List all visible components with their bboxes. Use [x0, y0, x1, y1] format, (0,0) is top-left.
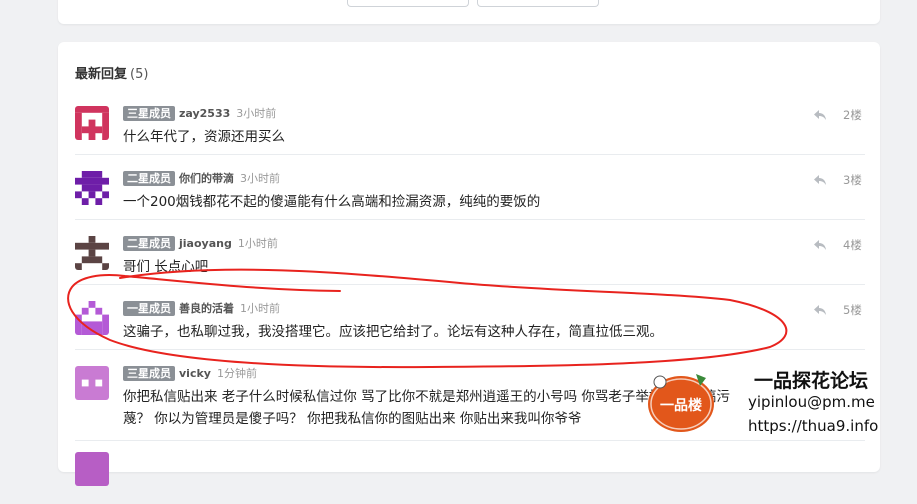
reply-arrow-icon[interactable]	[813, 304, 827, 316]
watermark-title: 一品探花论坛	[753, 370, 868, 392]
reply-time: 1小时前	[240, 302, 280, 315]
reply-meta: 二星成员 jiaoyang 1小时前	[123, 236, 278, 252]
reply-content: 什么年代了，资源还用买么	[123, 129, 285, 145]
avatar[interactable]	[75, 366, 109, 400]
reply-time: 1小时前	[237, 237, 278, 250]
reply-content: 一个200烟钱都花不起的傻逼能有什么高端和捡漏资源，纯纯的要饭的	[123, 194, 541, 210]
reply-meta: 三星成员 vicky 1分钟前	[123, 366, 257, 382]
rank-badge: 三星成员	[123, 106, 175, 121]
reply-content: 这骗子，也私聊过我，我没搭理它。应该把它给封了。论坛有这种人存在，简直拉低三观。	[123, 324, 663, 340]
avatar[interactable]	[75, 236, 109, 270]
reply-count: (5)	[130, 67, 149, 82]
floor-number[interactable]: 2楼	[843, 107, 862, 123]
rank-badge: 二星成员	[123, 171, 175, 186]
floor-number[interactable]: 5楼	[843, 302, 862, 318]
reply-meta: 三星成员 zay2533 3小时前	[123, 106, 276, 122]
username-link[interactable]: zay2533	[179, 107, 230, 120]
previous-card-button-2[interactable]	[477, 0, 599, 7]
avatar[interactable]	[75, 171, 109, 205]
username-link[interactable]: 你们的带滴	[179, 172, 234, 185]
reply-item: 二星成员 jiaoyang 1小时前 哥们 长点心吧 4楼	[75, 220, 865, 285]
reply-item: 二星成员 你们的带滴 3小时前 一个200烟钱都花不起的傻逼能有什么高端和捡漏资源，…	[75, 155, 865, 220]
watermark-url: https://thua9.info	[748, 417, 879, 435]
reply-item	[75, 440, 865, 504]
reply-time: 3小时前	[240, 172, 280, 185]
avatar[interactable]	[75, 452, 109, 486]
reply-time: 1分钟前	[216, 367, 257, 380]
floor-number[interactable]: 4楼	[843, 237, 862, 253]
reply-content: 哥们 长点心吧	[123, 259, 209, 275]
reply-meta: 一星成员 善良的活着 1小时前	[123, 301, 280, 317]
floor-number[interactable]: 3楼	[843, 172, 862, 188]
rank-badge: 三星成员	[123, 366, 175, 381]
reply-item: 一星成员 善良的活着 1小时前 这骗子，也私聊过我，我没搭理它。应该把它给封了。论坛…	[75, 285, 865, 350]
section-title: 最新回复	[75, 67, 128, 82]
watermark-email: yipinlou@pm.me	[748, 393, 875, 411]
previous-card-button-1[interactable]	[347, 0, 469, 7]
username-link[interactable]: 善良的活着	[179, 302, 234, 315]
reply-item: 三星成员 vicky 1分钟前 你把私信贴出来 老子什么时候私信过你 骂了比你不就是…	[75, 350, 865, 441]
latest-replies-header: 最新回复 (5)	[75, 63, 148, 82]
rank-badge: 二星成员	[123, 236, 175, 251]
avatar[interactable]	[75, 301, 109, 335]
reply-content-line-2: 蔑？ 你以为管理员是傻子吗？ 你把我私信你的图贴出来 你贴出来我叫你爷爷	[123, 411, 582, 427]
reply-arrow-icon[interactable]	[813, 239, 827, 251]
username-link[interactable]: vicky	[179, 367, 211, 380]
avatar[interactable]	[75, 106, 109, 140]
reply-time: 3小时前	[236, 107, 277, 120]
yipinlou-logo: 一品楼	[648, 374, 714, 432]
rank-badge: 一星成员	[123, 301, 175, 316]
previous-card	[58, 0, 880, 24]
reply-arrow-icon[interactable]	[813, 174, 827, 186]
reply-content-line-1: 你把私信贴出来 老子什么时候私信过你 骂了比你不就是郑州逍遥王的小号吗 你骂老子…	[123, 389, 730, 405]
reply-content: 你把私信贴出来 老子什么时候私信过你 骂了比你不就是郑州逍遥王的小号吗 你骂老子…	[123, 386, 730, 430]
reply-item: 三星成员 zay2533 3小时前 什么年代了，资源还用买么 2楼	[75, 90, 865, 155]
username-link[interactable]: jiaoyang	[179, 237, 232, 250]
reply-arrow-icon[interactable]	[813, 109, 827, 121]
reply-meta: 二星成员 你们的带滴 3小时前	[123, 171, 280, 187]
logo-text: 一品楼	[660, 397, 702, 414]
